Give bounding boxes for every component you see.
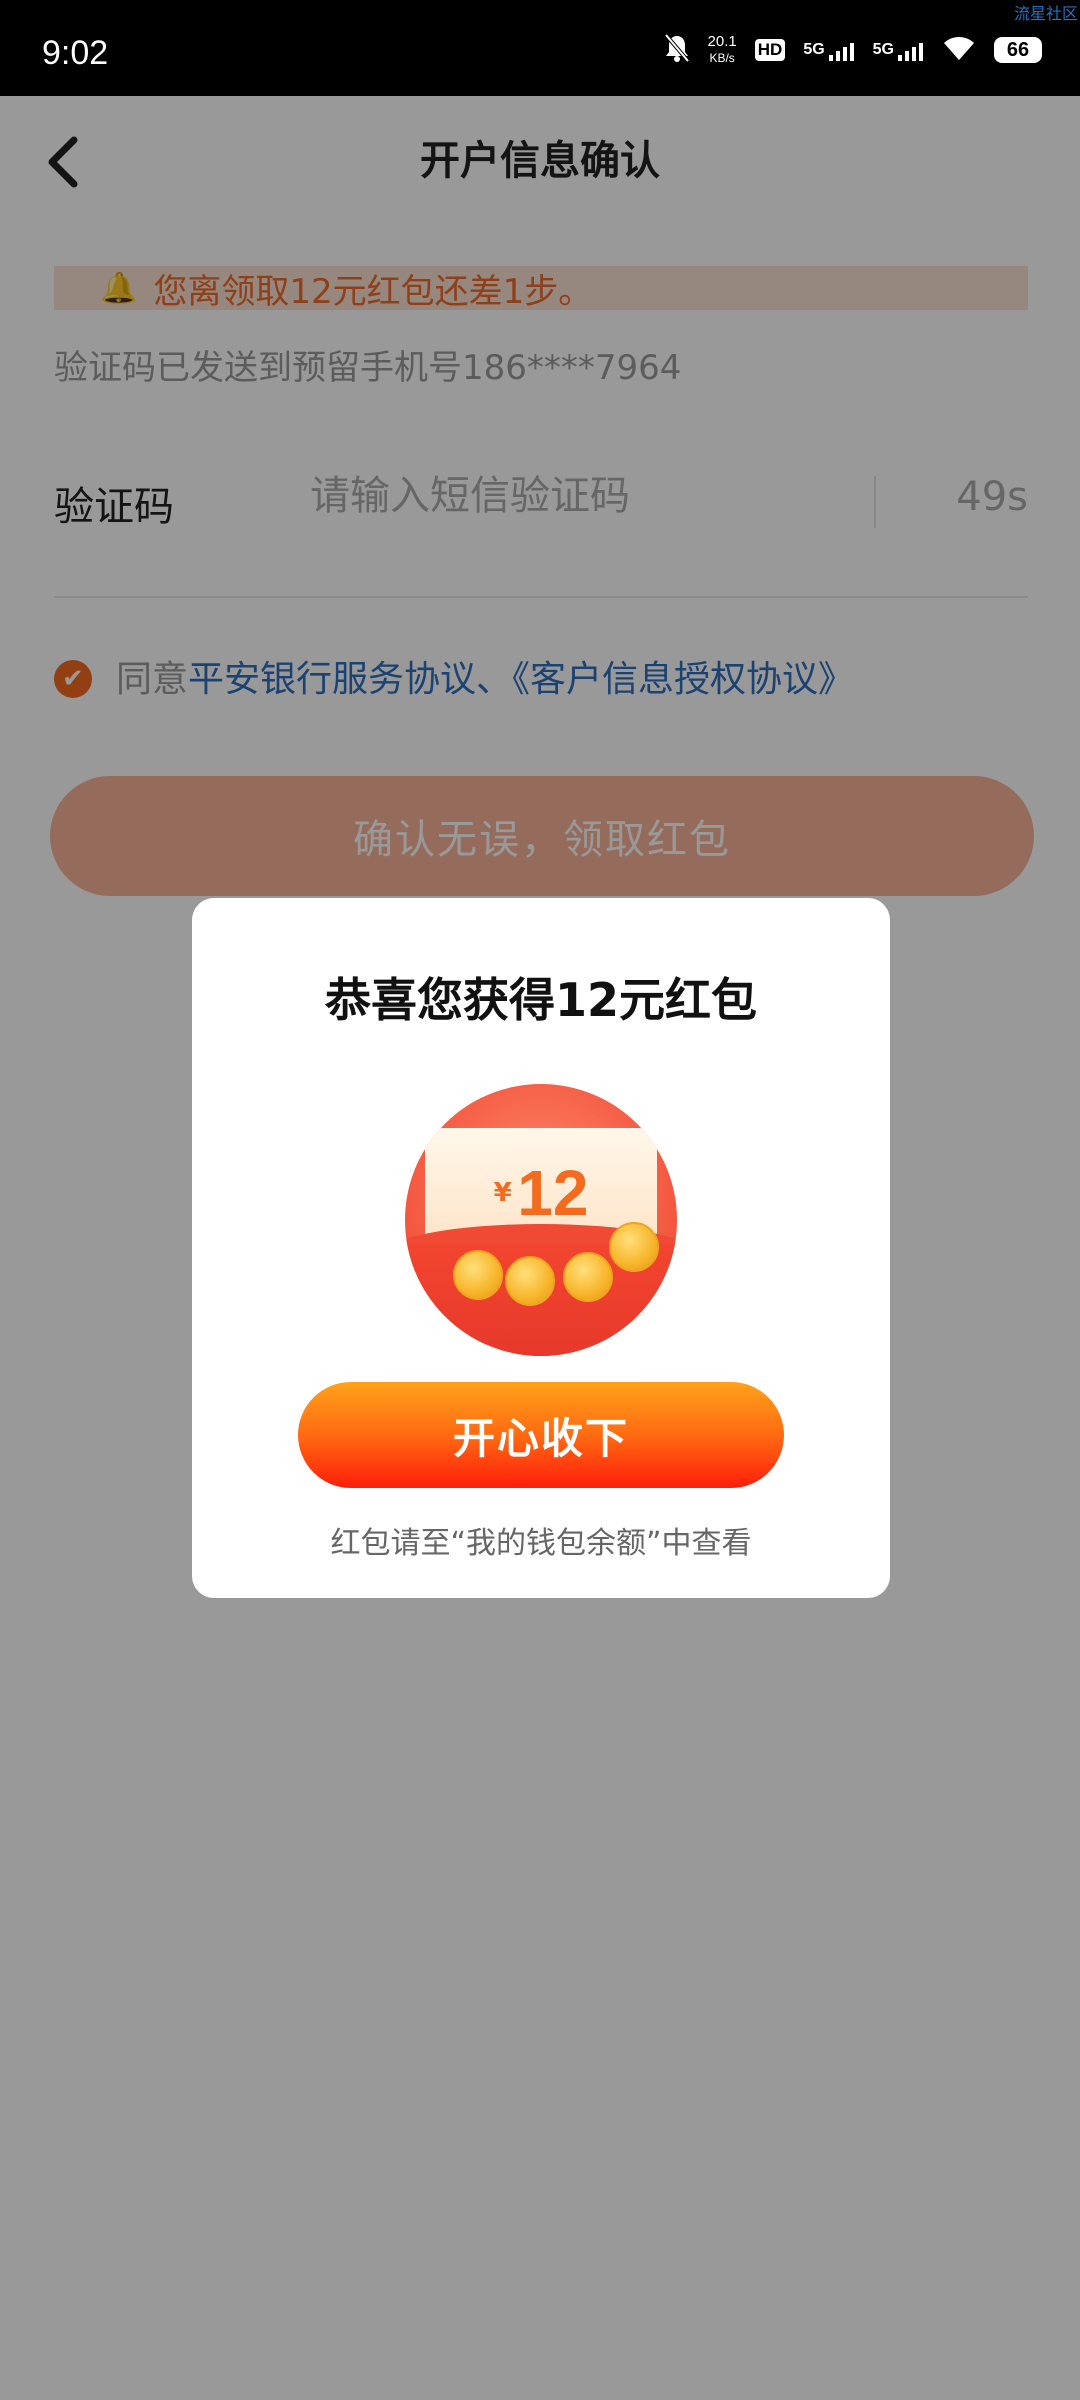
modal-title: 恭喜您获得12元红包 (324, 973, 757, 1027)
mute-bell-icon (664, 33, 690, 68)
envelope-amount-number: 12 (517, 1157, 589, 1229)
coin-icon (453, 1250, 503, 1300)
signal-sim2-icon: 5G (872, 41, 924, 61)
sim1-label: 5G (803, 41, 825, 58)
sim2-label: 5G (872, 41, 894, 58)
battery-icon: 66 (994, 37, 1042, 63)
network-speed-value: 20.1 (707, 33, 737, 50)
status-bar: 9:02 20.1 KB/s HD 5G 5G 66 流星社区 (0, 0, 1080, 96)
modal-note: 红包请至“我的钱包余额”中查看 (330, 1526, 752, 1561)
coin-icon (609, 1222, 659, 1272)
status-icons: 20.1 KB/s HD 5G 5G 66 (664, 30, 1042, 70)
signal-sim1-icon: 5G (803, 41, 854, 61)
envelope-amount: ¥ 12 (425, 1156, 657, 1230)
network-speed-unit: KB/s (709, 51, 735, 65)
status-time: 9:02 (42, 34, 109, 72)
accept-red-packet-button[interactable]: 开心收下 (298, 1382, 784, 1488)
network-speed: 20.1 KB/s (708, 34, 737, 66)
watermark-text: 流星社区 (1013, 4, 1078, 23)
coin-icon (563, 1252, 613, 1302)
red-packet-modal: 恭喜您获得12元红包 ¥ 12 开心收下 红包请至“我的钱包余额”中查看 (192, 898, 890, 1598)
envelope-currency: ¥ (493, 1178, 512, 1208)
hd-icon: HD (754, 39, 786, 61)
wifi-icon (942, 34, 976, 67)
red-envelope-icon: ¥ 12 (405, 1084, 677, 1356)
coin-icon (505, 1256, 555, 1306)
